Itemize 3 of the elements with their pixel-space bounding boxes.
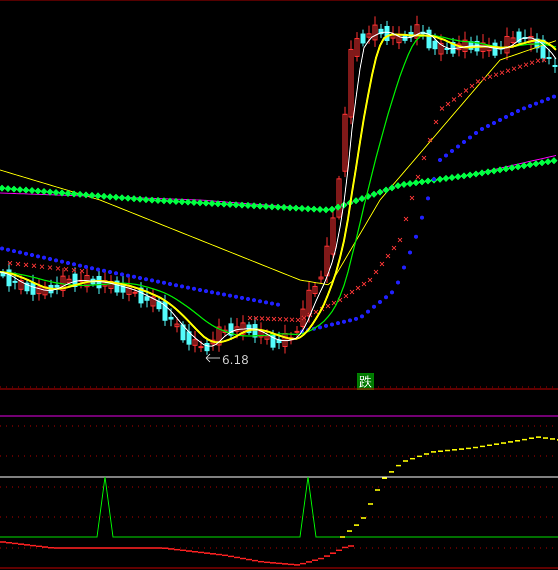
arrow-icon: [206, 354, 220, 362]
low-price-label: 6.18: [222, 353, 249, 367]
signal-badge: 跌: [357, 373, 374, 390]
